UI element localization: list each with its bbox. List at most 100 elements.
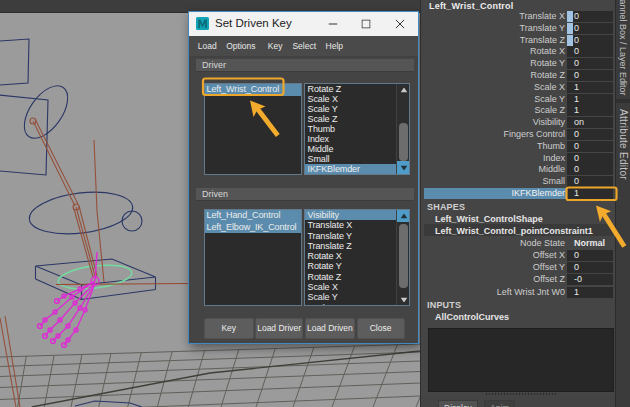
channel-value-field[interactable]: -0 [567,274,613,285]
channel-row[interactable]: Translate Y 0 [421,23,616,35]
channel-row[interactable]: Offset X 0 [421,250,616,262]
channel-row[interactable]: Translate Z 0 [421,35,616,47]
channel-row[interactable]: Small 0 [421,176,616,188]
constraint-node-name[interactable]: Left_Wrist_Control_pointConstraint1 [435,226,593,236]
channel-row[interactable]: Rotate Z 0 [421,70,616,82]
channel-row-selected[interactable]: IKFKBlemder 1 [421,188,616,200]
list-item[interactable]: IKFKBlemder [305,164,409,174]
list-item[interactable]: Scale X [305,282,409,292]
channel-value-field[interactable]: 0 [567,141,613,152]
driven-scrollbar[interactable] [396,210,409,305]
list-item[interactable]: Translate Y [305,231,409,241]
scroll-up-button[interactable] [397,210,410,222]
tab-display[interactable]: Display [438,400,478,407]
load-driven-button[interactable]: Load Driven [305,318,355,339]
channel-value-field[interactable]: 0 [567,46,613,57]
list-item[interactable]: Scale Z [305,303,409,306]
channel-row[interactable]: Left Wrist Jnt W0 1 [421,287,616,299]
list-item[interactable]: Middle [305,144,409,154]
channel-row[interactable]: Translate X 0 [421,11,616,23]
driven-node-list[interactable]: Left_Hand_Control Left_Elbow_IK_Control [204,209,302,306]
channel-value-field[interactable]: on [567,117,613,128]
dialog-titlebar[interactable]: Set Driven Key [189,12,418,36]
channel-row[interactable]: Offset Y 0 [421,262,616,274]
channel-label: Translate Y [519,23,565,35]
channel-value-field[interactable]: 0 [567,23,613,34]
driver-attribute-list[interactable]: Rotate Z Scale X Scale Y Scale Z Thumb I… [304,83,410,175]
list-item[interactable]: Rotate Z [305,84,409,94]
layer-editor-list[interactable] [428,328,614,392]
tab-channel-box-layer-editor[interactable]: Channel Box / Layer Editor [616,0,630,98]
input-node-name[interactable]: AllControlCurves [435,312,509,322]
list-item[interactable]: Index [305,134,409,144]
list-item[interactable]: Left_Hand_Control [205,210,301,222]
list-item[interactable]: Scale X [305,94,409,104]
channel-row[interactable]: Scale Y 1 [421,94,616,106]
tab-anim[interactable]: Anim [484,400,515,407]
list-item[interactable]: Rotate Z [305,272,409,282]
channel-value-field[interactable]: 0 [567,153,613,164]
list-item[interactable]: Rotate Y [305,261,409,271]
close-button[interactable] [389,12,411,36]
scroll-down-button[interactable] [397,294,410,305]
channel-row[interactable]: Index 0 [421,153,616,165]
shape-node-name[interactable]: Left_Wrist_ControlShape [435,214,543,224]
close-dialog-button[interactable]: Close [357,318,405,339]
scroll-down-button[interactable] [397,161,410,174]
maximize-button[interactable] [355,12,377,36]
menu-help[interactable]: Help [326,36,343,57]
channel-row[interactable]: Rotate Y 0 [421,58,616,70]
list-item[interactable]: Rotate X [305,251,409,261]
channel-row[interactable]: Middle 0 [421,164,616,176]
list-item[interactable]: Scale Z [305,114,409,124]
scroll-thumb[interactable] [399,224,408,288]
driven-attribute-list[interactable]: Visibility Translate X Translate Y Trans… [304,209,410,306]
channel-value-field[interactable]: 0 [567,262,613,273]
channel-value-field[interactable]: Normal [567,238,613,249]
menu-key[interactable]: Key [268,36,283,57]
driver-node-list[interactable]: Left_Wrist_Control [204,83,302,175]
menu-select[interactable]: Select [292,36,316,57]
channel-value-field[interactable]: 0 [567,176,613,187]
channel-value-field[interactable]: 0 [567,70,613,81]
channel-row[interactable]: Fingers Control 0 [421,129,616,141]
channel-row[interactable]: Thumb 0 [421,141,616,153]
load-driver-button[interactable]: Load Driver [255,318,303,339]
channel-value-field[interactable]: 0 [567,58,613,69]
channel-value-field[interactable]: 1 [567,82,613,93]
scroll-thumb[interactable] [399,123,408,161]
channel-row[interactable]: Node State Normal [421,238,616,250]
list-item[interactable]: Scale Y [305,104,409,114]
minimize-button[interactable] [322,12,344,36]
channel-value-field[interactable]: 0 [567,164,613,175]
tab-attribute-editor[interactable]: Attribute Editor [616,104,630,194]
list-item[interactable]: Scale Y [305,292,409,302]
channel-value-field[interactable]: 1 [567,287,613,298]
list-item[interactable]: Left_Wrist_Control [205,84,301,96]
list-item[interactable]: Translate Z [305,241,409,251]
menu-options[interactable]: Options [226,36,255,57]
list-item[interactable]: Thumb [305,124,409,134]
list-item[interactable]: Small [305,154,409,164]
key-button[interactable]: Key [204,318,254,339]
panel-splitter-handle[interactable] [486,393,558,395]
list-item[interactable]: Translate X [305,220,409,230]
list-item[interactable]: Visibility [305,210,409,220]
channel-row[interactable]: Scale Z 1 [421,105,616,117]
channel-value-field[interactable]: 0 [567,35,613,46]
scroll-up-button[interactable] [397,84,410,95]
channel-row[interactable]: Rotate X 0 [421,46,616,58]
channel-value-field[interactable]: 0 [567,250,613,261]
driver-scrollbar[interactable] [396,84,409,174]
channel-row[interactable]: Offset Z -0 [421,274,616,286]
channel-row[interactable]: Scale X 1 [421,82,616,94]
channel-value-field[interactable]: 0 [567,129,613,140]
channel-value-field[interactable]: 0 [567,11,613,22]
menu-load[interactable]: Load [198,36,217,57]
channel-value-field[interactable]: 1 [567,105,613,116]
list-item[interactable]: Left_Elbow_IK_Control [205,222,301,234]
channel-value-field[interactable]: 1 [567,188,613,199]
channel-value-field[interactable]: 1 [567,94,613,105]
channel-label: Offset Z [533,274,565,286]
channel-row[interactable]: Visibility on [421,117,616,129]
